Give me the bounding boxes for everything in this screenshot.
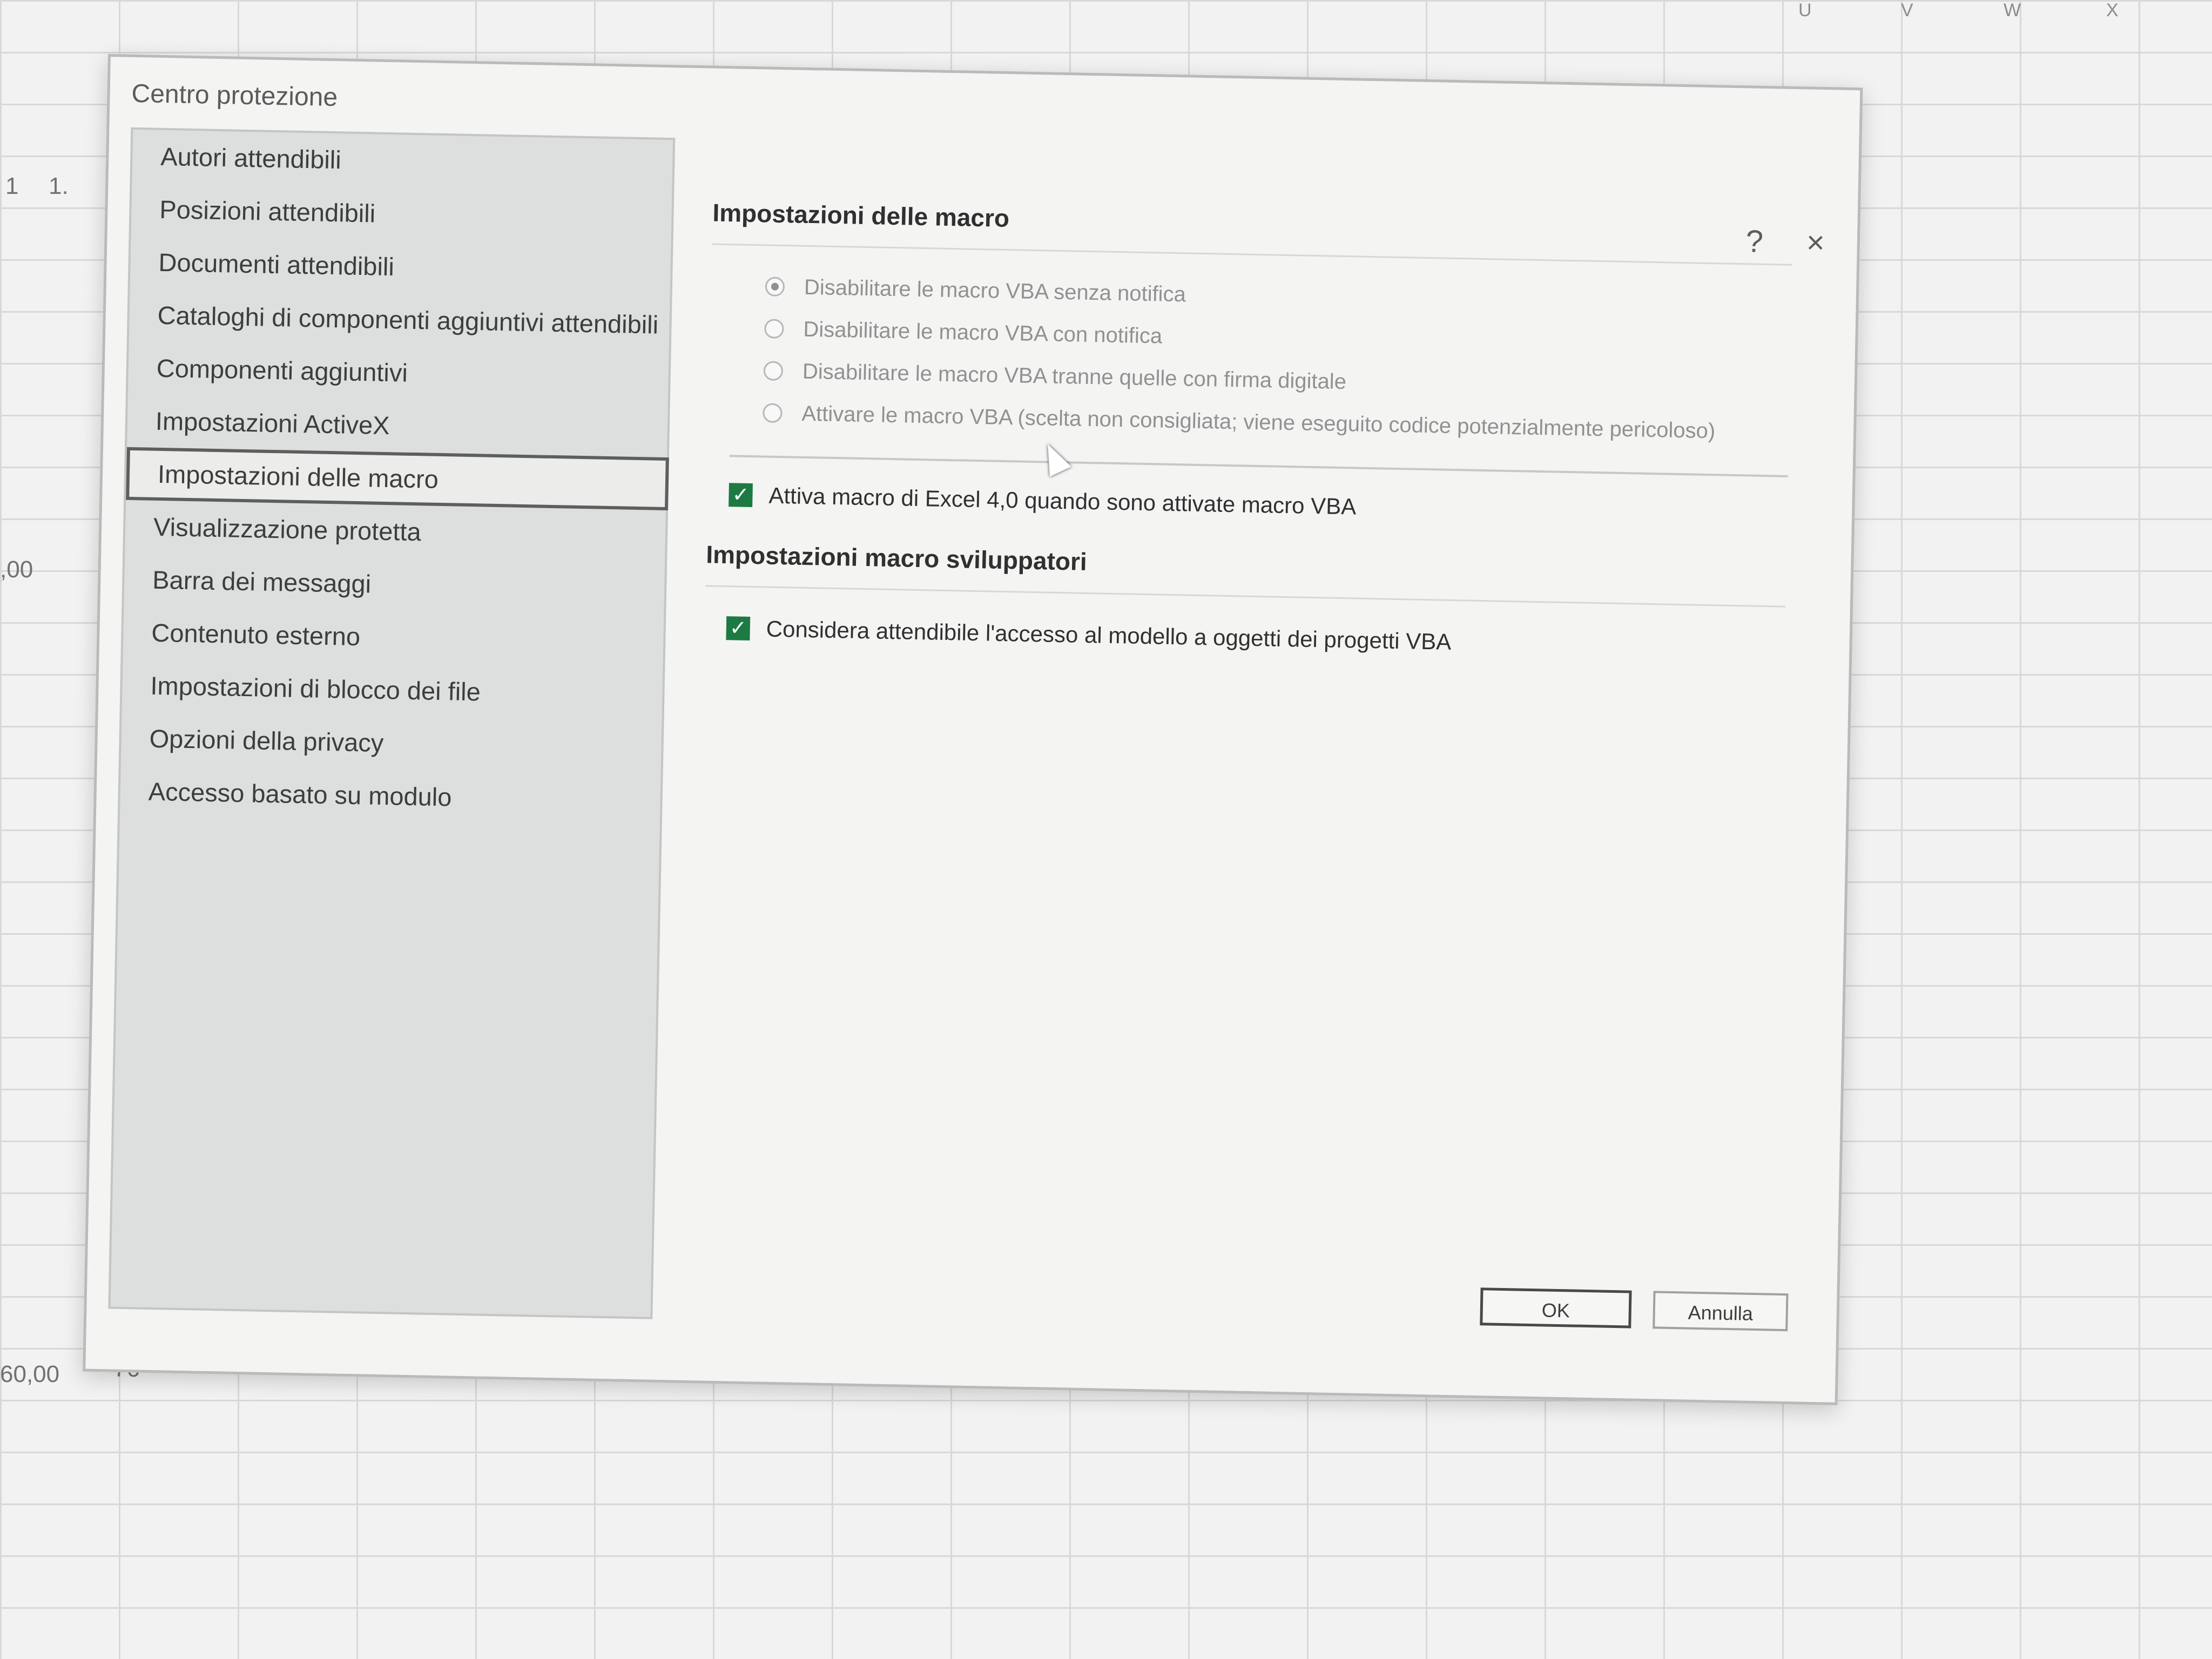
checkbox-checked-icon[interactable]: ✓ bbox=[726, 616, 751, 641]
nav-item-trusted-addin-catalogs[interactable]: Cataloghi di componenti aggiuntivi atten… bbox=[129, 288, 670, 352]
cell-value[interactable]: 60,00 bbox=[0, 1361, 59, 1388]
cancel-button[interactable]: Annulla bbox=[1653, 1291, 1789, 1332]
cell-value[interactable]: 1 bbox=[5, 173, 18, 200]
radio-label: Disabilitare le macro VBA tranne quelle … bbox=[802, 359, 1347, 394]
radio-button[interactable] bbox=[763, 403, 783, 423]
radio-button[interactable] bbox=[763, 361, 784, 381]
column-header[interactable]: V bbox=[1901, 0, 1913, 21]
nav-item-macro-settings[interactable]: Impostazioni delle macro bbox=[126, 447, 669, 511]
checkbox-label: Considera attendibile l'accesso al model… bbox=[766, 616, 1452, 655]
nav-item-external-content[interactable]: Contenuto esterno bbox=[123, 606, 664, 669]
cell-value[interactable]: 1. bbox=[49, 173, 69, 200]
radio-button[interactable] bbox=[765, 276, 785, 297]
column-header[interactable]: W bbox=[2004, 0, 2021, 21]
close-icon[interactable]: × bbox=[1806, 224, 1825, 261]
developer-settings-title: Impostazioni macro sviluppatori bbox=[705, 539, 1786, 608]
ok-button[interactable]: OK bbox=[1480, 1287, 1632, 1328]
trust-center-dialog: Centro protezione ? × Autori attendibili… bbox=[83, 54, 1863, 1405]
radio-button[interactable] bbox=[764, 319, 784, 339]
section-divider bbox=[729, 455, 1788, 477]
nav-item-trusted-documents[interactable]: Documenti attendibili bbox=[130, 235, 671, 299]
vba-object-model-checkbox[interactable]: ✓ Considera attendibile l'accesso al mod… bbox=[704, 606, 1785, 670]
nav-item-addins[interactable]: Componenti aggiuntivi bbox=[128, 341, 669, 404]
excel4-macro-checkbox[interactable]: ✓ Attiva macro di Excel 4,0 quando sono … bbox=[707, 473, 1788, 536]
nav-item-trusted-publishers[interactable]: Autori attendibili bbox=[132, 130, 673, 193]
column-header[interactable]: X bbox=[2106, 0, 2119, 21]
nav-item-message-bar[interactable]: Barra dei messaggi bbox=[124, 553, 665, 616]
settings-content: Impostazioni delle macro Disabilitare le… bbox=[704, 198, 1793, 670]
nav-item-trusted-locations[interactable]: Posizioni attendibili bbox=[131, 183, 672, 246]
nav-item-form-based-access[interactable]: Accesso basato su modulo bbox=[120, 765, 661, 828]
radio-label: Disabilitare le macro VBA senza notifica bbox=[804, 275, 1186, 306]
nav-item-protected-view[interactable]: Visualizzazione protetta bbox=[125, 500, 666, 563]
column-header[interactable]: U bbox=[1798, 0, 1812, 21]
checkbox-label: Attiva macro di Excel 4,0 quando sono at… bbox=[768, 482, 1357, 520]
nav-item-activex-settings[interactable]: Impostazioni ActiveX bbox=[127, 394, 668, 457]
nav-item-file-block-settings[interactable]: Impostazioni di blocco dei file bbox=[122, 659, 663, 722]
dialog-title: Centro protezione bbox=[131, 79, 338, 112]
cell-value[interactable]: ,00 bbox=[0, 556, 33, 583]
category-nav: Autori attendibili Posizioni attendibili… bbox=[108, 127, 676, 1319]
macro-settings-title: Impostazioni delle macro bbox=[712, 198, 1793, 266]
checkbox-checked-icon[interactable]: ✓ bbox=[729, 483, 753, 508]
nav-item-privacy-options[interactable]: Opzioni della privacy bbox=[121, 712, 662, 775]
radio-label: Disabilitare le macro VBA con notifica bbox=[803, 317, 1163, 348]
radio-label: Attivare le macro VBA (scelta non consig… bbox=[801, 401, 1716, 443]
